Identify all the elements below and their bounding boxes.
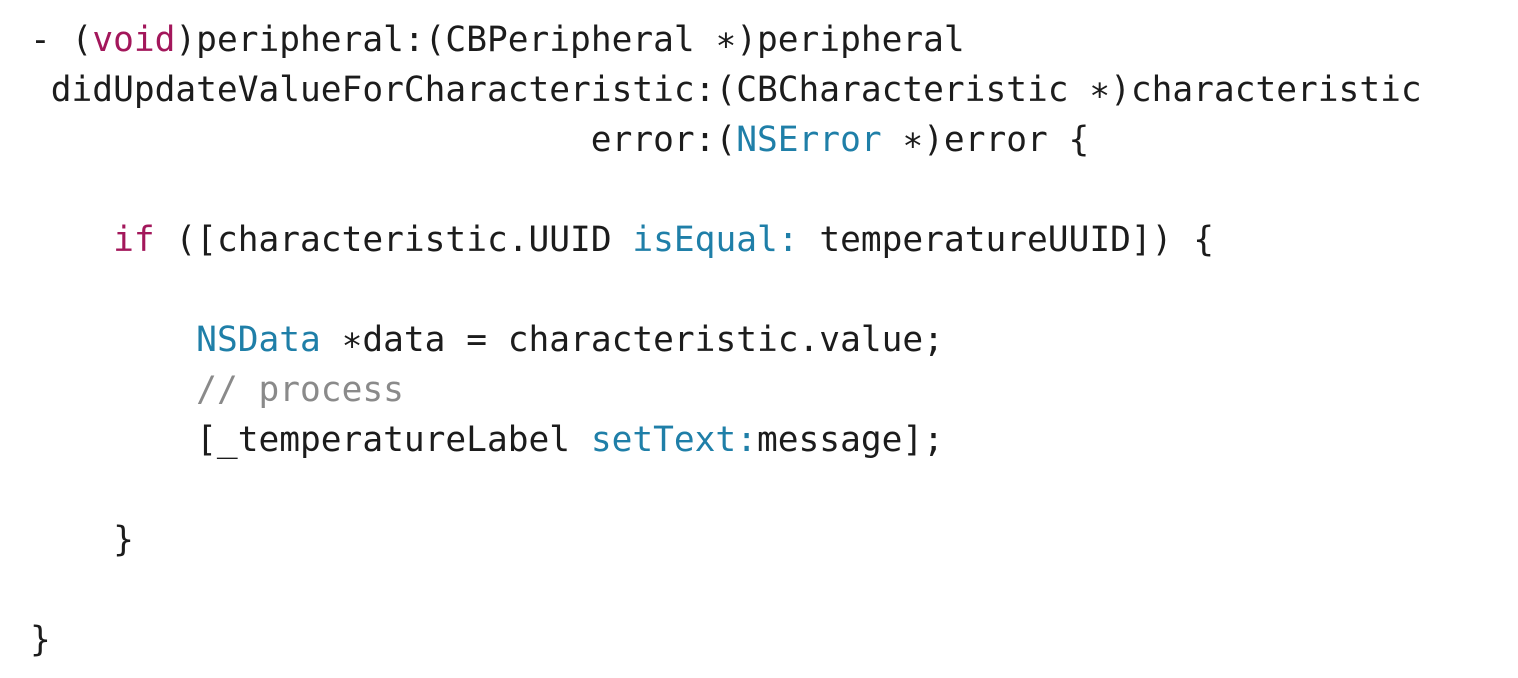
code-token-plain: ∗)error { <box>881 120 1090 160</box>
code-token-method: isEqual: <box>632 220 799 260</box>
code-token-plain: } <box>30 620 51 660</box>
code-editor: - (void)peripheral:(CBPeripheral ∗)perip… <box>0 0 1518 678</box>
code-token-method: setText: <box>590 420 757 460</box>
code-token-keyword: void <box>92 20 176 60</box>
code-line: NSData ∗data = characteristic.value; <box>30 315 944 365</box>
code-token-plain: } <box>30 520 134 560</box>
code-token-type: NSData <box>196 320 321 360</box>
code-token-plain: ([characteristic.UUID <box>154 220 633 260</box>
code-token-comment: // process <box>196 370 404 410</box>
code-line: } <box>30 615 51 665</box>
code-token-keyword: if <box>113 220 155 260</box>
code-token-type: NSError <box>736 120 882 160</box>
code-token-plain: - ( <box>30 20 93 60</box>
code-line: didUpdateValueForCharacteristic:(CBChara… <box>30 65 1422 115</box>
code-token-plain: message]; <box>756 420 944 460</box>
code-line: [_temperatureLabel setText:message]; <box>30 415 944 465</box>
code-token-plain: )peripheral:(CBPeripheral ∗)peripheral <box>175 20 965 60</box>
code-token-plain: error:( <box>30 120 737 160</box>
code-line: if ([characteristic.UUID isEqual: temper… <box>30 215 1214 265</box>
code-token-plain: didUpdateValueForCharacteristic:(CBChara… <box>30 70 1422 110</box>
code-line: error:(NSError ∗)error { <box>30 115 1090 165</box>
code-token-plain: temperatureUUID]) { <box>798 220 1214 260</box>
code-token-plain: [_temperatureLabel <box>30 420 591 460</box>
code-token-plain: ∗data = characteristic.value; <box>320 320 944 360</box>
code-line: // process <box>30 365 404 415</box>
code-line: - (void)peripheral:(CBPeripheral ∗)perip… <box>30 15 965 65</box>
code-line: } <box>30 515 134 565</box>
